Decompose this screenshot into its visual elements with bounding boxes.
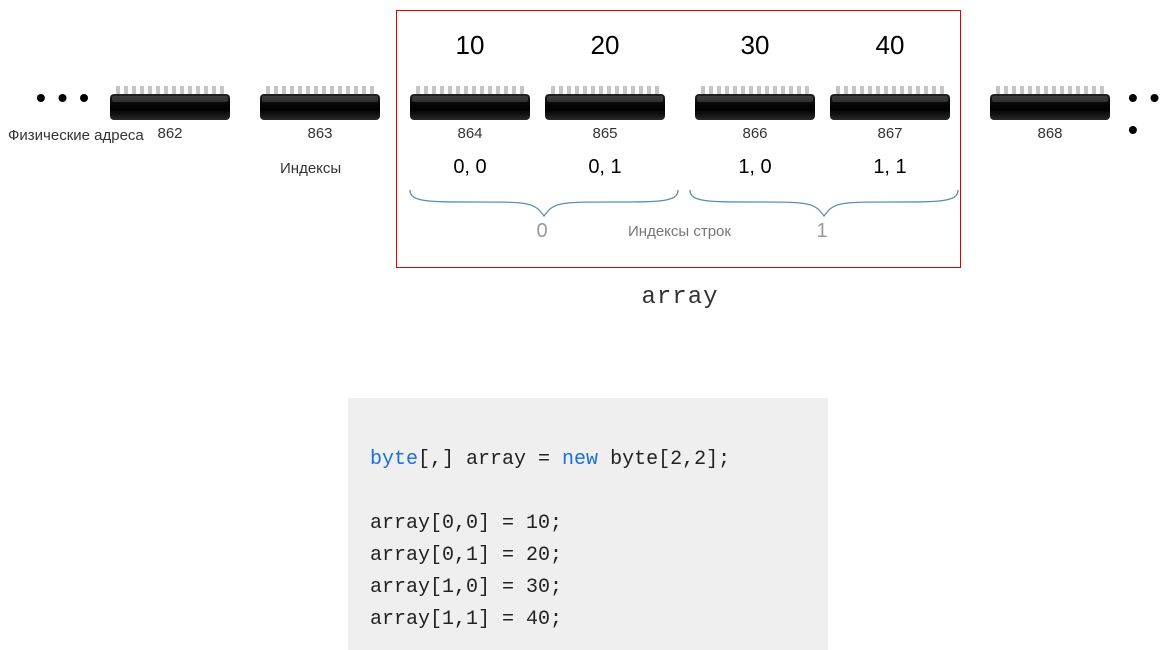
memory-cell — [830, 94, 950, 120]
index-2d-label: 1, 1 — [830, 156, 950, 179]
row-brace — [688, 188, 960, 218]
row-index-label: 0 — [522, 220, 562, 243]
code-line: array[1,0] = 30; — [370, 576, 562, 599]
address-label: 867 — [830, 125, 950, 142]
code-line: array[1,1] = 40; — [370, 608, 562, 631]
value-label: 20 — [545, 30, 665, 61]
value-label: 40 — [830, 30, 950, 61]
code-text: [,] array = — [418, 448, 562, 471]
row-brace — [408, 188, 680, 218]
memory-cell — [990, 94, 1110, 120]
memory-cell — [110, 94, 230, 120]
address-label: 865 — [545, 125, 665, 142]
code-text: byte[2,2]; — [598, 448, 730, 471]
code-line: array[0,0] = 10; — [370, 512, 562, 535]
index-2d-label: 0, 1 — [545, 156, 665, 179]
code-token-keyword: new — [562, 448, 598, 471]
address-label: 868 — [990, 125, 1110, 142]
index-2d-label: 0, 0 — [410, 156, 530, 179]
address-label: 866 — [695, 125, 815, 142]
memory-cell — [545, 94, 665, 120]
code-block: byte[,] array = new byte[2,2]; array[0,0… — [348, 398, 828, 650]
label-indices: Индексы — [280, 160, 341, 177]
label-row-indices: Индексы строк — [628, 223, 731, 240]
address-label: 864 — [410, 125, 530, 142]
value-label: 10 — [410, 30, 530, 61]
memory-cell — [695, 94, 815, 120]
ellipsis-right: • • • — [1128, 82, 1175, 146]
memory-cell — [260, 94, 380, 120]
diagram-stage: • • • Физические адреса Индексы 862 863 … — [0, 0, 1175, 604]
array-title: array — [580, 284, 780, 311]
ellipsis-left: • • • — [36, 82, 91, 114]
address-label: 862 — [110, 125, 230, 142]
row-index-label: 1 — [802, 220, 842, 243]
memory-cell — [410, 94, 530, 120]
value-label: 30 — [695, 30, 815, 61]
address-label: 863 — [260, 125, 380, 142]
index-2d-label: 1, 0 — [695, 156, 815, 179]
code-token-type: byte — [370, 448, 418, 471]
code-line: array[0,1] = 20; — [370, 544, 562, 567]
